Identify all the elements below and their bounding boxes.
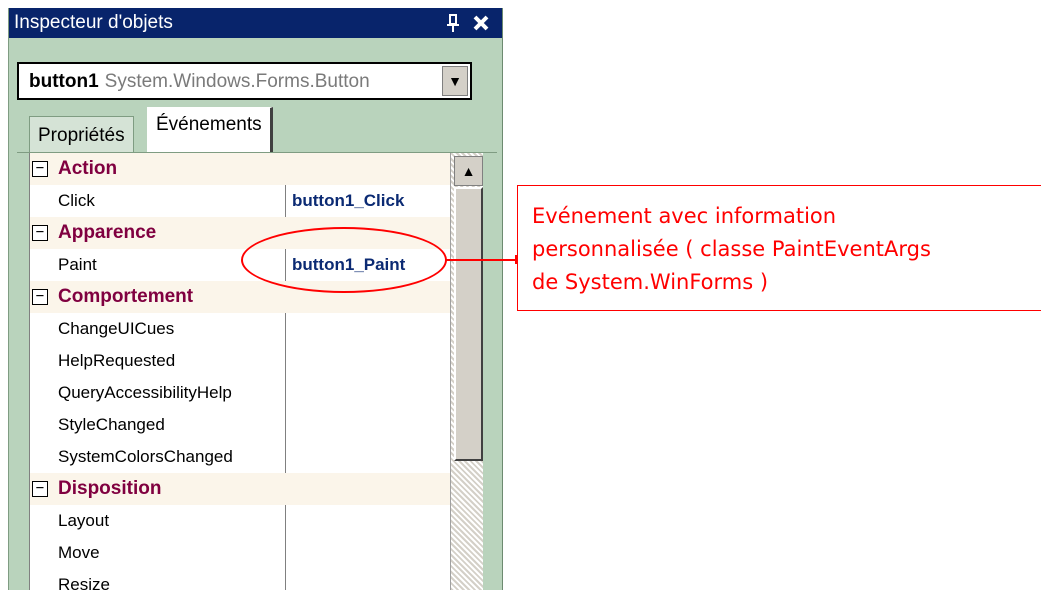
column-separator xyxy=(285,537,286,569)
event-name: Click xyxy=(58,191,95,210)
collapse-icon[interactable]: − xyxy=(32,225,48,241)
tab-properties[interactable]: Propriétés xyxy=(29,116,134,152)
column-separator xyxy=(285,185,286,217)
dropdown-arrow-icon[interactable]: ▼ xyxy=(442,66,468,96)
event-name: Layout xyxy=(58,511,110,530)
collapse-icon[interactable]: − xyxy=(32,161,48,177)
tab-events[interactable]: Événements xyxy=(147,107,273,152)
column-separator xyxy=(285,377,286,409)
callout-line xyxy=(445,259,522,261)
highlight-ellipse xyxy=(241,227,447,293)
event-name: HelpRequested xyxy=(58,351,176,370)
event-name: Move xyxy=(58,543,100,562)
category-row[interactable]: − Disposition xyxy=(30,473,451,505)
category-label: Action xyxy=(58,158,118,179)
event-row[interactable]: Click button1_Click xyxy=(30,185,451,217)
selected-object-name: button1 xyxy=(29,71,99,92)
column-separator xyxy=(285,569,286,590)
object-selector[interactable]: button1 System.Windows.Forms.Button ▼ xyxy=(17,62,472,100)
event-row[interactable]: HelpRequested xyxy=(30,345,451,377)
scroll-up-arrow-icon[interactable]: ▲ xyxy=(454,156,483,186)
close-icon-graphic xyxy=(473,15,489,31)
column-separator xyxy=(285,345,286,377)
window-title: Inspecteur d'objets xyxy=(14,12,173,33)
close-icon[interactable] xyxy=(468,12,494,34)
event-name: ChangeUICues xyxy=(58,319,175,338)
category-label: Disposition xyxy=(58,478,162,499)
column-separator xyxy=(285,313,286,345)
column-separator xyxy=(285,505,286,537)
category-row[interactable]: − Action xyxy=(30,153,451,185)
event-name: QueryAccessibilityHelp xyxy=(58,383,232,402)
events-grid: − Action Click button1_Click − Apparence Paint… xyxy=(29,153,451,590)
event-handler-value[interactable]: button1_Click xyxy=(292,190,451,212)
event-row[interactable]: Resize xyxy=(30,569,451,590)
category-label: Apparence xyxy=(58,222,157,243)
object-selector-text: button1 System.Windows.Forms.Button xyxy=(29,71,370,93)
column-separator xyxy=(285,441,286,473)
event-row[interactable]: ChangeUICues xyxy=(30,313,451,345)
event-name: Resize xyxy=(58,575,110,590)
event-row[interactable]: Move xyxy=(30,537,451,569)
event-row[interactable]: Layout xyxy=(30,505,451,537)
callout-box: Evénement avec information personnalisée… xyxy=(517,185,1041,311)
event-row[interactable]: SystemColorsChanged xyxy=(30,441,451,473)
callout-text: Evénement avec information personnalisée… xyxy=(532,204,931,294)
column-separator xyxy=(285,409,286,441)
event-name: StyleChanged xyxy=(58,415,165,434)
selected-object-type: System.Windows.Forms.Button xyxy=(104,71,370,92)
pin-icon-graphic xyxy=(447,14,459,32)
collapse-icon[interactable]: − xyxy=(32,481,48,497)
object-inspector-panel: Inspecteur d'objets button1 System.Window… xyxy=(8,8,503,590)
event-row[interactable]: StyleChanged xyxy=(30,409,451,441)
event-name: SystemColorsChanged xyxy=(58,447,233,466)
vertical-scrollbar[interactable]: ▲ xyxy=(450,153,483,590)
category-label: Comportement xyxy=(58,286,194,307)
pin-icon[interactable] xyxy=(444,12,462,34)
scroll-thumb[interactable] xyxy=(454,187,483,461)
title-bar: Inspecteur d'objets xyxy=(9,8,502,38)
collapse-icon[interactable]: − xyxy=(32,289,48,305)
event-row[interactable]: QueryAccessibilityHelp xyxy=(30,377,451,409)
